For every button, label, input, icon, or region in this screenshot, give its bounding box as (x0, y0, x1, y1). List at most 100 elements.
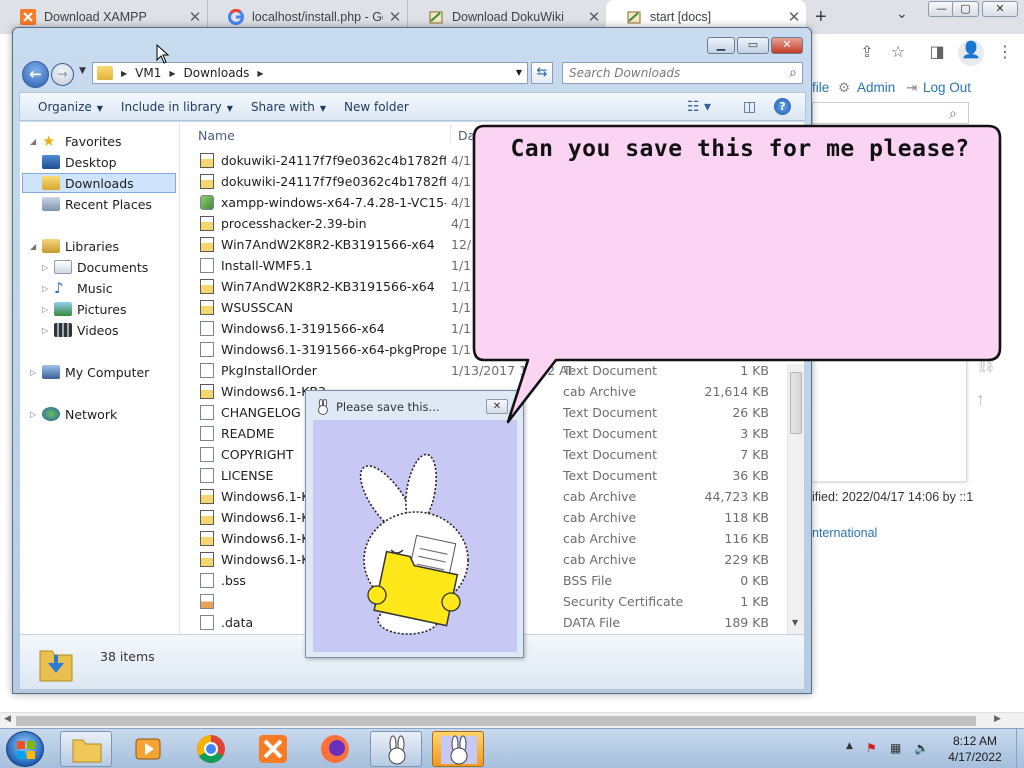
document-file-icon (200, 468, 214, 483)
close-button[interactable]: ✕ (771, 37, 803, 54)
new-tab-button[interactable]: + (815, 6, 827, 29)
share-with-button[interactable]: Share with ▼ (251, 100, 326, 114)
chevron-right-icon[interactable]: ▶ (169, 69, 175, 78)
forward-arrow-icon[interactable]: → (51, 63, 74, 86)
expand-arrow-icon[interactable]: ▷ (42, 263, 54, 272)
chevron-down-icon[interactable]: ▼ (516, 68, 522, 77)
expand-arrow-icon[interactable]: ▷ (42, 284, 54, 293)
desktop-icon (42, 155, 60, 169)
chevron-down-icon[interactable]: ▼ (79, 66, 86, 76)
wiki-admin-link[interactable]: Admin (857, 80, 895, 95)
dokuwiki-icon (428, 9, 444, 25)
nav-music[interactable]: ▷ ♪ Music (42, 278, 113, 298)
refresh-button[interactable]: ⇆ (531, 62, 553, 84)
profile-avatar-icon[interactable]: 👤 (958, 40, 984, 66)
chevron-right-icon[interactable]: ▶ (121, 69, 127, 78)
taskbar-xampp[interactable] (246, 731, 300, 767)
show-hidden-icons-icon[interactable]: ▲ (846, 741, 853, 751)
expand-arrow-icon[interactable]: ▷ (30, 410, 42, 419)
close-icon[interactable]: ✕ (782, 8, 806, 26)
computer-icon (42, 365, 60, 379)
downloads-folder-icon (38, 643, 74, 683)
scroll-down-icon[interactable]: ▼ (792, 618, 798, 627)
preview-pane-icon[interactable]: ◫ (743, 99, 756, 115)
nav-favorites[interactable]: ◢ ★ Favorites (30, 131, 121, 151)
maximize-button[interactable]: ▢ (952, 1, 979, 17)
column-name[interactable]: Name (198, 128, 235, 143)
nav-documents[interactable]: ▷ Documents (42, 257, 148, 277)
breadcrumb-vm1[interactable]: VM1 (135, 66, 161, 80)
organize-button[interactable]: Organize ▼ (38, 100, 103, 114)
show-desktop-button[interactable] (1016, 729, 1024, 768)
cert-file-icon (200, 594, 214, 609)
taskbar-bunny-app[interactable] (370, 731, 422, 767)
volume-icon[interactable]: 🔈 (914, 741, 929, 755)
close-icon[interactable]: ✕ (582, 8, 606, 26)
file-size: 1 KB (740, 594, 769, 609)
collapse-arrow-icon[interactable]: ◢ (30, 137, 42, 146)
file-type: cab Archive (563, 552, 637, 567)
navigation-pane: ◢ ★ Favorites Desktop Downloads Recent Pla… (20, 122, 180, 634)
include-in-library-button[interactable]: Include in library ▼ (121, 100, 233, 114)
document-file-icon (200, 258, 214, 273)
file-size: 189 KB (724, 615, 769, 630)
nav-pictures[interactable]: ▷ Pictures (42, 299, 127, 319)
taskbar-chrome[interactable] (184, 731, 238, 767)
nav-network[interactable]: ▷ Network (30, 404, 117, 424)
address-bar[interactable]: ▶ VM1 ▶ Downloads ▶ ▼ (92, 62, 528, 84)
share-icon[interactable]: ⇪ (856, 42, 878, 64)
expand-arrow-icon[interactable]: ▷ (42, 326, 54, 335)
more-menu-icon[interactable]: ⋮ (994, 42, 1016, 64)
scroll-right-icon[interactable]: ▶ (994, 714, 1001, 724)
taskbar-media-player[interactable] (122, 731, 176, 767)
collapse-arrow-icon[interactable]: ◢ (30, 242, 42, 251)
start-button[interactable] (6, 731, 44, 767)
tab-search-button[interactable]: ⌄ (896, 6, 908, 22)
nav-desktop[interactable]: Desktop (42, 152, 117, 172)
close-button[interactable]: ✕ (982, 1, 1018, 17)
network-status-icon[interactable]: ▦ (890, 741, 901, 755)
nav-downloads[interactable]: Downloads (22, 173, 176, 193)
system-clock[interactable]: 8:12 AM 4/17/2022 (940, 733, 1010, 765)
view-options-icon[interactable]: ☷ ▾ (687, 99, 711, 115)
horizontal-scrollbar[interactable]: ◀ ▶ (0, 712, 1024, 728)
maximize-button[interactable]: ▭ (737, 37, 769, 54)
file-size: 118 KB (724, 510, 769, 525)
scrollbar-thumb[interactable] (16, 716, 976, 726)
taskbar-bunny-popup[interactable] (432, 731, 484, 767)
help-icon[interactable]: ? (774, 98, 791, 115)
taskbar-firefox[interactable] (308, 731, 362, 767)
expand-arrow-icon[interactable]: ▷ (42, 305, 54, 314)
minimize-button[interactable]: — (928, 1, 955, 17)
cab-file-icon (200, 552, 214, 567)
nav-libraries[interactable]: ◢ Libraries (30, 236, 119, 256)
wiki-license-link[interactable]: nternational (812, 526, 877, 540)
expand-arrow-icon[interactable]: ▷ (30, 368, 42, 377)
nav-my-computer[interactable]: ▷ My Computer (30, 362, 149, 382)
search-placeholder: Search Downloads (569, 66, 681, 80)
cab-file-icon (200, 510, 214, 525)
close-icon[interactable]: ✕ (383, 8, 407, 26)
minimize-button[interactable]: ▁ (707, 37, 735, 54)
chevron-right-icon[interactable]: ▶ (257, 69, 263, 78)
bunny-icon (388, 735, 406, 765)
search-input[interactable]: Search Downloads ⌕ (562, 62, 803, 84)
cab-file-icon (200, 300, 214, 315)
xampp-icon (20, 9, 36, 25)
wiki-logout-link[interactable]: Log Out (923, 80, 971, 95)
back-arrow-icon[interactable]: ← (22, 61, 49, 88)
action-center-flag-icon[interactable]: ⚑ (866, 741, 877, 755)
close-icon[interactable]: ✕ (183, 8, 207, 26)
taskbar-explorer[interactable] (60, 731, 112, 767)
bookmark-star-icon[interactable]: ☆ (887, 42, 909, 64)
search-icon[interactable]: ⌕ (789, 65, 797, 81)
new-folder-button[interactable]: New folder (344, 100, 409, 114)
libraries-icon (42, 239, 60, 253)
side-panel-icon[interactable]: ◨ (926, 42, 948, 64)
scroll-left-icon[interactable]: ◀ (4, 714, 11, 724)
file-size: 7 KB (740, 447, 769, 462)
wiki-file-link[interactable]: file (812, 80, 829, 95)
nav-recent-places[interactable]: Recent Places (42, 194, 152, 214)
breadcrumb-downloads[interactable]: Downloads (184, 66, 250, 80)
nav-videos[interactable]: ▷ Videos (42, 320, 119, 340)
